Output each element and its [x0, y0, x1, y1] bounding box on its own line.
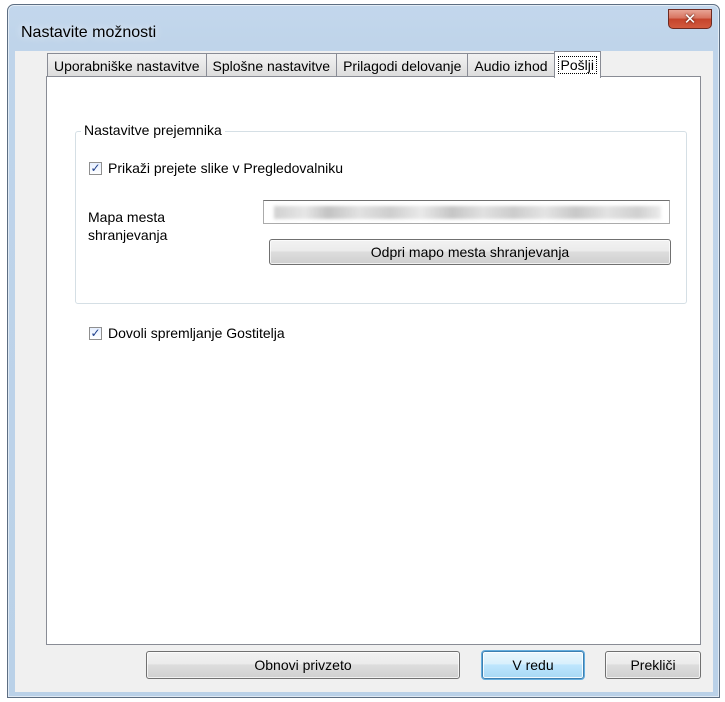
allow-host-label: Dovoli spremljanje Gostitelja [108, 325, 285, 341]
checkmark-icon: ✓ [90, 160, 101, 175]
checkmark-icon: ✓ [90, 325, 101, 340]
allow-host-option[interactable]: ✓ Dovoli spremljanje Gostitelja [89, 325, 285, 341]
tab-label: Prilagodi delovanje [343, 57, 462, 74]
receiver-settings-title: Nastavitve prejemnika [81, 122, 225, 138]
options-dialog: Nastavite možnosti ✕ Uporabniške nastavi… [7, 4, 720, 698]
close-button[interactable]: ✕ [668, 9, 712, 29]
blurred-path [274, 206, 661, 219]
tab-customize-behavior[interactable]: Prilagodi delovanje [336, 53, 469, 77]
tab-user-settings[interactable]: Uporabniške nastavitve [47, 53, 207, 77]
show-images-checkbox[interactable]: ✓ [89, 160, 102, 175]
cancel-button[interactable]: Prekliči [605, 651, 701, 679]
save-location-label: Mapa mesta shranjevanja [88, 209, 168, 243]
tab-label: Pošlji [557, 56, 598, 74]
tab-strip: Uporabniške nastavitve Splošne nastavitv… [47, 51, 602, 78]
tab-label: Splošne nastavitve [212, 57, 331, 74]
allow-host-checkbox[interactable]: ✓ [89, 325, 102, 340]
show-images-label: Prikaži prejete slike v Pregledovalniku [108, 160, 343, 176]
tab-label: Uporabniške nastavitve [54, 57, 200, 74]
send-tab-panel: Nastavitve prejemnika ✓ Prikaži prejete … [46, 76, 701, 645]
window-title: Nastavite možnosti [21, 24, 157, 41]
ok-button[interactable]: V redu [482, 651, 584, 679]
close-icon: ✕ [683, 11, 697, 28]
tab-audio-output[interactable]: Audio izhod [467, 53, 555, 77]
restore-defaults-button[interactable]: Obnovi privzeto [146, 651, 460, 679]
show-images-option[interactable]: ✓ Prikaži prejete slike v Pregledovalnik… [89, 160, 343, 176]
tab-general-settings[interactable]: Splošne nastavitve [205, 53, 338, 77]
save-location-field[interactable] [263, 200, 670, 224]
tab-send[interactable]: Pošlji [553, 51, 602, 78]
open-save-folder-button[interactable]: Odpri mapo mesta shranjevanja [269, 239, 671, 265]
dialog-client-area: Uporabniške nastavitve Splošne nastavitv… [15, 51, 713, 692]
tab-label: Audio izhod [474, 57, 548, 74]
